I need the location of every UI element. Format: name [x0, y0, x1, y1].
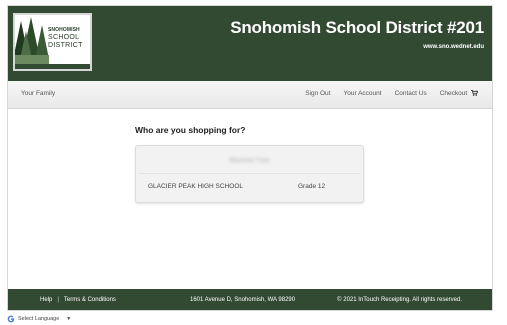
site-title: Snohomish School District #201	[230, 18, 484, 37]
logo-line-1: SNOHOMISH	[48, 27, 80, 33]
footer-address: 1601 Avenue D, Snohomish, WA 98290	[190, 297, 296, 303]
footer-help-link[interactable]: Help	[40, 297, 52, 303]
district-logo[interactable]: SNOHOMISH SCHOOL DISTRICT	[13, 13, 92, 71]
student-grade: Grade 12	[298, 183, 326, 190]
footer-copyright: © 2021 InTouch Receipting. All rights re…	[337, 297, 462, 303]
logo-line-3: DISTRICT	[48, 42, 83, 49]
google-g-icon	[7, 315, 15, 322]
card-divider	[139, 173, 360, 174]
nav-checkout[interactable]: Checkout	[440, 90, 478, 97]
nav-your-family[interactable]: Your Family	[21, 90, 55, 97]
nav-checkout-label: Checkout	[439, 90, 468, 97]
student-school: GLACIER PEAK HIGH SCHOOL	[148, 183, 243, 190]
nav-sign-out[interactable]: Sign Out	[305, 90, 330, 97]
footer-terms-link[interactable]: Terms & Conditions	[64, 297, 116, 303]
nav-links: Sign Out Your Account Contact Us Checkou…	[305, 90, 478, 97]
nav-bar: Your Family Sign Out Your Account Contac…	[8, 81, 492, 109]
site-footer: Help | Terms & Conditions 1601 Avenue D, S…	[8, 289, 492, 310]
site-url[interactable]: www.sno.wednet.edu	[423, 44, 484, 50]
language-selector[interactable]: Select Language ▼	[7, 313, 71, 324]
evergreen-trees-icon	[15, 17, 49, 67]
page-frame: SNOHOMISH SCHOOL DISTRICT Snohomish Scho…	[7, 5, 493, 311]
shopping-question: Who are you shopping for?	[135, 125, 246, 135]
nav-contact-us[interactable]: Contact Us	[395, 90, 427, 97]
site-header: SNOHOMISH SCHOOL DISTRICT Snohomish Scho…	[8, 6, 492, 81]
language-label: Select Language	[18, 315, 60, 322]
logo-text: SNOHOMISH SCHOOL DISTRICT	[48, 27, 90, 50]
logo-line-2: SCHOOL	[48, 34, 80, 41]
footer-links: Help | Terms & Conditions	[40, 297, 116, 303]
footer-separator: |	[57, 297, 59, 303]
chevron-down-icon: ▼	[66, 315, 72, 322]
student-card[interactable]: Mxxxxxx Txxx GLACIER PEAK HIGH SCHOOL Gr…	[135, 145, 364, 203]
shopping-cart-icon	[471, 90, 478, 96]
nav-your-account[interactable]: Your Account	[343, 90, 381, 97]
logo-bar	[15, 64, 90, 69]
student-name: Mxxxxxx Txxx	[229, 157, 270, 164]
